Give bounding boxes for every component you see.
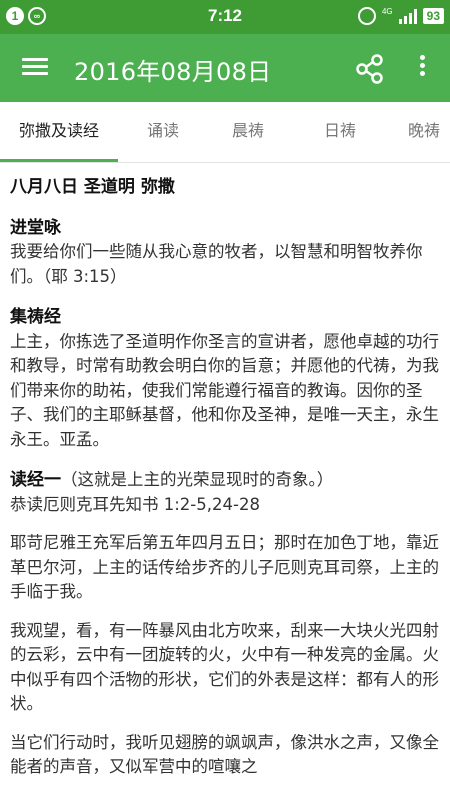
page-title: 2016年08月08日 — [74, 58, 272, 86]
tab-bar: 弥撒及读经 诵读 晨祷 日祷 晚祷 — [0, 102, 450, 163]
reading1-note: （这就是上主的光荣显现时的奇象。） — [61, 470, 334, 489]
reading1-paragraph: 耶苛尼雅王充军后第五年四月五日；那时在加色丁地，靠近革巴尔河，上主的话传给步齐的… — [10, 533, 439, 601]
tab-daytime-prayer[interactable]: 日祷 — [300, 102, 380, 162]
date-heading: 八月八日 圣道明 弥撒 — [10, 177, 175, 197]
collect-text: 上主，你拣选了圣道明作你圣言的宣讲者，愿他卓越的功行和教导，时常有助教会明白你的… — [10, 331, 439, 449]
tab-office-readings[interactable]: 诵读 — [118, 102, 208, 162]
alarm-icon — [357, 7, 376, 25]
reading1-paragraph: 当它们行动时，我听见翅膀的飒飒声，像洪水之声，又像全能者的声音，又似军营中的喧嚷… — [10, 732, 439, 777]
menu-icon[interactable] — [20, 54, 50, 82]
more-vert-icon[interactable] — [410, 52, 434, 86]
readings-content: 八月八日 圣道明 弥撒 进堂咏 我要给你们一些随从我心意的牧者，以智慧和明智牧养… — [10, 168, 440, 780]
reading1-heading: 读经一（这就是上主的光荣显现时的奇象。） — [10, 468, 440, 493]
network-type: 4G — [381, 7, 393, 16]
reading1-paragraph: 我观望，看，有一阵暴风由北方吹来，刮来一大块火光四射的云彩，云中有一团旋转的火，… — [10, 620, 439, 714]
tab-evening-prayer[interactable]: 晚祷 — [384, 102, 450, 162]
entrance-antiphon-title: 进堂咏 — [10, 217, 61, 238]
app-toolbar: 2016年08月08日 — [0, 34, 450, 102]
collect-title: 集祷经 — [10, 307, 61, 327]
tab-indicator — [0, 159, 118, 162]
tab-morning-prayer[interactable]: 晨祷 — [208, 102, 288, 162]
battery-icon: 93 — [422, 8, 444, 24]
signal-icon — [398, 8, 417, 24]
reading1-title: 读经一 — [10, 470, 61, 490]
status-bar: 1 ∞ 7:12 4G 93 — [0, 0, 450, 34]
status-right-icons: 4G 93 — [357, 7, 444, 25]
reading1-source: 恭读厄则克耳先知书 1:2-5,24-28 — [10, 494, 260, 514]
tab-mass-readings[interactable]: 弥撒及读经 — [0, 102, 118, 162]
share-icon[interactable] — [354, 53, 386, 85]
entrance-antiphon-text: 我要给你们一些随从我心意的牧者，以智慧和明智牧养你们。（耶 3:15） — [10, 242, 423, 286]
